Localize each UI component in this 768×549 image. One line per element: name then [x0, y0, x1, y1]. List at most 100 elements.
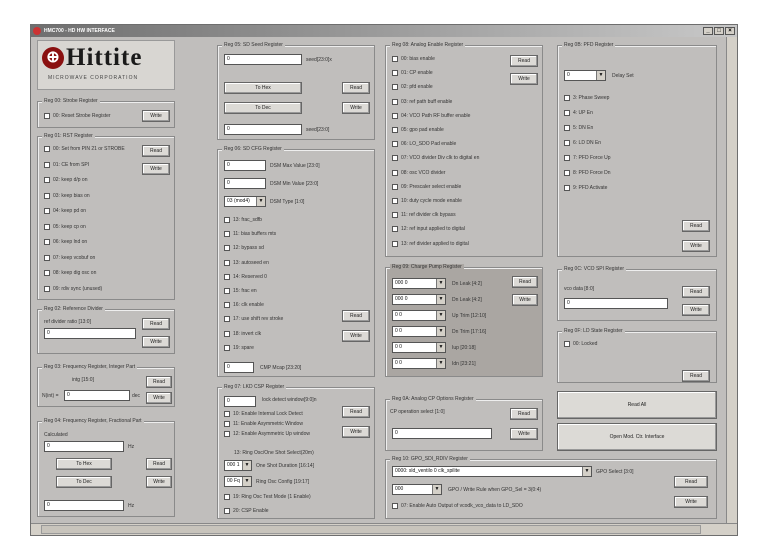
reg08-checkbox[interactable]: 04: VCO Path RF buffer enable — [392, 112, 470, 120]
reg10-write-button[interactable]: Write — [674, 496, 708, 508]
reg0a-read-button[interactable]: Read — [510, 408, 538, 420]
open-mod-interface-button[interactable]: Open Mod. Ctr. Interface — [557, 423, 717, 451]
ring-osc-test-checkbox[interactable]: 19: Ring Osc Test Mode (1 Enable) — [224, 493, 311, 501]
reg06-checkbox[interactable]: 11: bias buffers mts — [224, 230, 276, 238]
charge-pump-select[interactable]: 000 0 ▼ — [392, 294, 446, 305]
reg08-write-button[interactable]: Write — [510, 73, 538, 85]
reg0b-checkbox[interactable]: 9: PFD Activate — [564, 184, 607, 192]
reg01-checkbox[interactable]: 05: keep cp on — [44, 223, 86, 231]
reg05-input-top[interactable]: 0 — [224, 54, 302, 65]
reg0b-read-button[interactable]: Read — [682, 220, 710, 232]
reg01-checkbox[interactable]: 09: rdiv sync (unused) — [44, 285, 102, 293]
delay-set-select[interactable]: 0 ▼ — [564, 70, 606, 81]
dsm-min-input[interactable]: 0 — [224, 178, 266, 189]
reg09-read-button[interactable]: Read — [512, 276, 538, 288]
gpo-write-rule-select[interactable]: 000 ▼ — [392, 484, 442, 495]
reg06-checkbox[interactable]: 12: bypass sd — [224, 244, 264, 252]
reg08-checkbox[interactable]: 03: ref path buff enable — [392, 98, 452, 106]
lock-window-input[interactable]: 0 — [224, 396, 256, 407]
csp-enable-checkbox[interactable]: 20: CSP Enable — [224, 507, 269, 515]
minimize-button[interactable]: _ — [703, 27, 713, 35]
reg05-read-button[interactable]: Read — [342, 82, 370, 94]
reg0c-input[interactable]: 0 — [564, 298, 668, 309]
charge-pump-select[interactable]: 0 0 ▼ — [392, 342, 446, 353]
reg0b-checkbox[interactable]: 6: LD DN En — [564, 139, 601, 147]
charge-pump-select[interactable]: 0 0 ▼ — [392, 326, 446, 337]
reg06-checkbox[interactable]: 19: spare — [224, 344, 254, 352]
reg01-read-button[interactable]: Read — [142, 145, 170, 157]
reg06-checkbox[interactable]: 13: frac_sdfb — [224, 216, 262, 224]
reg07-checkbox[interactable]: 11: Enable Asymmetric Window — [224, 420, 303, 428]
reg08-checkbox[interactable]: 05: gpo pad enable — [392, 126, 444, 134]
charge-pump-select[interactable]: 0 0 ▼ — [392, 358, 446, 369]
reg01-checkbox[interactable]: 02: keep d/p on — [44, 176, 87, 184]
reg02-read-button[interactable]: Read — [142, 318, 170, 330]
reg08-checkbox[interactable]: 02: pfd enable — [392, 83, 433, 91]
reg0b-checkbox[interactable]: 3: Phase Sweep — [564, 94, 609, 102]
reg0a-write-button[interactable]: Write — [510, 428, 538, 440]
vertical-scrollbar[interactable] — [726, 37, 737, 523]
reg08-checkbox[interactable]: 07: VCO divider Div clk to digital en — [392, 154, 479, 162]
reg06-checkbox[interactable]: 18: invert clk — [224, 330, 261, 338]
auto-output-checkbox[interactable]: 07: Enable Auto Output of vcodk_vco_data… — [392, 502, 523, 510]
reg0c-write-button[interactable]: Write — [682, 304, 710, 316]
reg09-write-button[interactable]: Write — [512, 294, 538, 306]
locked-checkbox[interactable]: 00: Locked — [564, 340, 597, 348]
reg01-checkbox[interactable]: 07: keep vcobuf on — [44, 254, 95, 262]
reg06-write-button[interactable]: Write — [342, 330, 370, 342]
reg01-write-button[interactable]: Write — [142, 163, 170, 175]
reg03-write-button[interactable]: Write — [146, 392, 172, 404]
charge-pump-select[interactable]: 000 0 ▼ — [392, 278, 446, 289]
reg06-checkbox[interactable]: 13: autoseed en — [224, 259, 269, 267]
gpo-select[interactable]: 0000: sld_ventilo 0 clk_spilite ▼ — [392, 466, 592, 477]
reg04-write-button[interactable]: Write — [146, 476, 172, 488]
reg08-read-button[interactable]: Read — [510, 55, 538, 67]
reg08-checkbox[interactable]: 06: LO_SDO Pad enable — [392, 140, 456, 148]
ring-osc-select[interactable]: 00 Fq ▼ — [224, 476, 252, 487]
reg10-read-button[interactable]: Read — [674, 476, 708, 488]
charge-pump-select[interactable]: 0 0 ▼ — [392, 310, 446, 321]
reg06-read-button[interactable]: Read — [342, 310, 370, 322]
reg0f-read-button[interactable]: Read — [682, 370, 710, 382]
cmp-input[interactable]: 0 — [224, 362, 254, 373]
to-dec-button[interactable]: To Dec — [56, 476, 112, 488]
reg01-checkbox[interactable]: 08: keep dig osc on — [44, 269, 96, 277]
reg07-read-button[interactable]: Read — [342, 406, 370, 418]
reg05-write-button[interactable]: Write — [342, 102, 370, 114]
reg03-read-button[interactable]: Read — [146, 376, 172, 388]
reg01-checkbox[interactable]: 04: keep pd on — [44, 207, 86, 215]
to-hex-button[interactable]: To Hex — [56, 458, 112, 470]
reg0b-checkbox[interactable]: 4: UP En — [564, 109, 593, 117]
reg08-checkbox[interactable]: 10: duty cycle mode enable — [392, 197, 462, 205]
reg08-checkbox[interactable]: 09: Prescaler select enable — [392, 183, 461, 191]
reg01-checkbox[interactable]: 00: Set from PIN 21 or STROBE — [44, 145, 125, 153]
horizontal-scrollbar[interactable] — [31, 523, 737, 535]
reg08-checkbox[interactable]: 01: CP enable — [392, 69, 433, 77]
maximize-button[interactable]: □ — [714, 27, 724, 35]
reg06-checkbox[interactable]: 16: clk enable — [224, 301, 264, 309]
reg06-checkbox[interactable]: 15: frac en — [224, 287, 257, 295]
reg04-input-bottom[interactable]: 0 — [44, 500, 124, 511]
reg00-write-button[interactable]: Write — [142, 110, 170, 122]
reg08-checkbox[interactable]: 00: bias enable — [392, 55, 435, 63]
reg06-checkbox[interactable]: 17: use shift rev stroke — [224, 315, 283, 323]
reg0c-read-button[interactable]: Read — [682, 286, 710, 298]
reg03-input[interactable]: 0 — [64, 390, 130, 401]
close-button[interactable]: × — [725, 27, 735, 35]
reg04-input-top[interactable]: 0 — [44, 441, 124, 452]
read-all-button[interactable]: Read All — [557, 391, 717, 419]
reg08-checkbox[interactable]: 12: ref input applied to digital — [392, 225, 465, 233]
one-shot-select[interactable]: 000 1 ▼ — [224, 460, 252, 471]
reg06-checkbox[interactable]: 14: Reserved 0 — [224, 273, 267, 281]
reg0b-write-button[interactable]: Write — [682, 240, 710, 252]
reg0b-checkbox[interactable]: 7: PFD Force Up — [564, 154, 611, 162]
reg02-input[interactable]: 0 — [44, 328, 136, 339]
reg0b-checkbox[interactable]: 8: PFD Force Dn — [564, 169, 611, 177]
reg05-input-bottom[interactable]: 0 — [224, 124, 302, 135]
reg05-to-hex-button[interactable]: To Hex — [224, 82, 302, 94]
reg01-checkbox[interactable]: 01: CE from SPI — [44, 161, 89, 169]
reg05-to-dec-button[interactable]: To Dec — [224, 102, 302, 114]
reg07-checkbox[interactable]: 10: Enable Internal Lock Detect — [224, 410, 303, 418]
reg08-checkbox[interactable]: 11: ref divider clk bypass — [392, 211, 456, 219]
reg0b-checkbox[interactable]: 5: DN En — [564, 124, 593, 132]
